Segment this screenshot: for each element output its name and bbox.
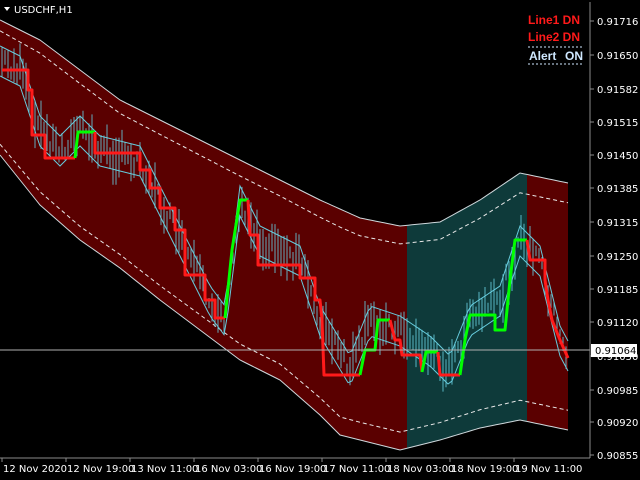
x-tick-label: 18 Nov 19:00 [451,464,518,475]
x-tick-label: 13 Nov 11:00 [131,464,198,475]
y-tick-label: 0.91120 [597,318,638,329]
y-tick-label: 0.91185 [597,285,638,296]
y-tick-label: 0.91515 [597,118,638,129]
chart-title: USDCHF,H1 [14,5,73,16]
x-tick-label: 12 Nov 19:00 [67,464,134,475]
x-tick-label: 17 Nov 11:00 [323,464,390,475]
y-tick-label: 0.91385 [597,184,638,195]
current-price-label: 0.91064 [595,346,636,357]
y-tick-label: 0.90855 [597,451,638,462]
alert-value: ON [565,49,583,63]
line2-status: Line2 DN [528,30,580,44]
y-tick-label: 0.91716 [597,17,638,28]
chart-canvas: 0.91716 0.91650 0.91582 0.91515 0.91450 0.913… [0,0,640,480]
y-tick-label: 0.90985 [597,386,638,397]
y-tick-label: 0.91250 [597,252,638,263]
y-tick-label: 0.91650 [597,51,638,62]
x-tick-label: 19 Nov 11:00 [515,464,582,475]
y-tick-label: 0.91582 [597,85,638,96]
y-tick-label: 0.90920 [597,418,638,429]
y-tick-label: 0.91315 [597,218,638,229]
alert-label: Alert [529,49,556,63]
x-tick-label: 16 Nov 03:00 [195,464,262,475]
x-tick-label: 16 Nov 19:00 [259,464,326,475]
y-tick-label: 0.91450 [597,151,638,162]
x-tick-label: 12 Nov 2020 [3,464,67,475]
line1-status: Line1 DN [528,13,580,27]
x-tick-label: 18 Nov 03:00 [387,464,454,475]
